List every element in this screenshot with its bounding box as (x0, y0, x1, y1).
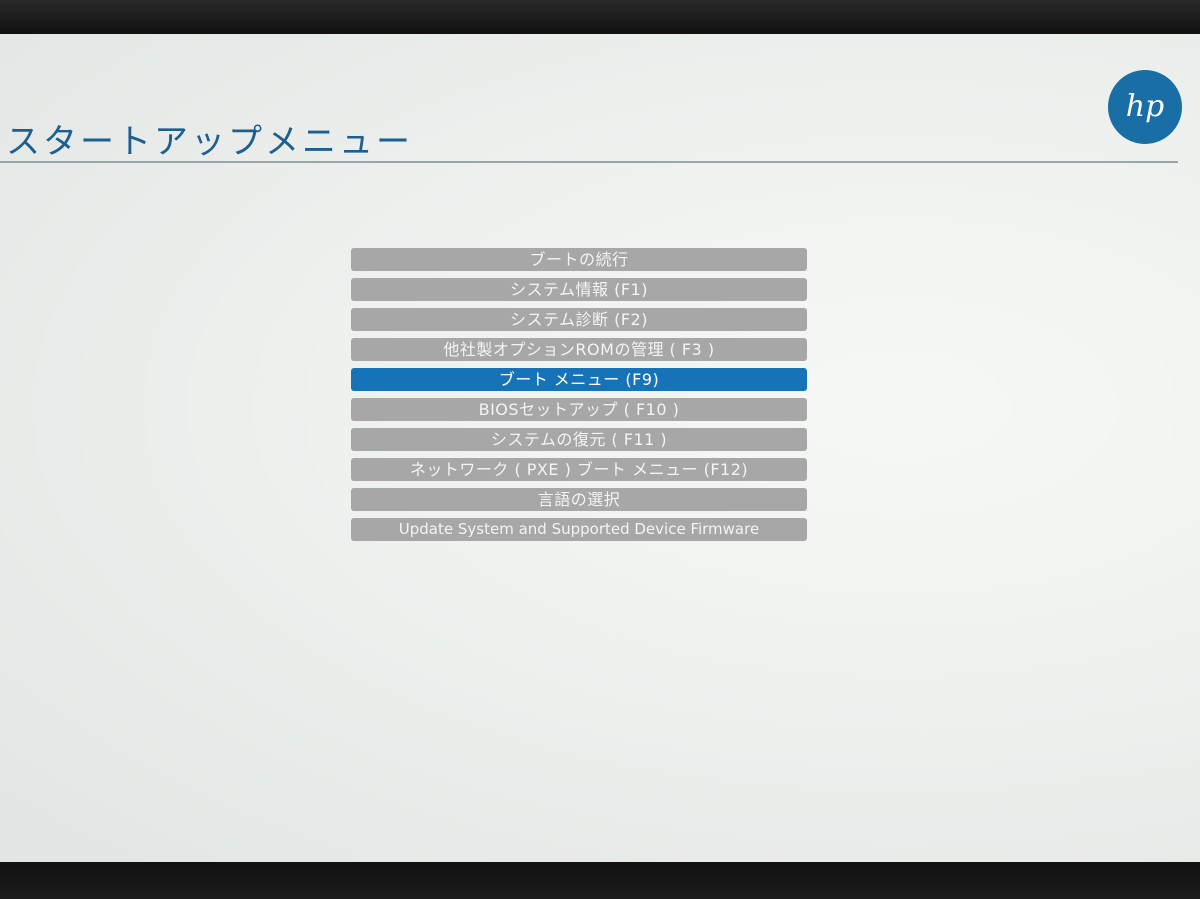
menu-item-bios-setup[interactable]: BIOSセットアップ ( F10 ) (351, 398, 807, 421)
startup-menu-list: ブートの続行 システム情報 (F1) システム診断 (F2) 他社製オプションR… (349, 248, 809, 548)
menu-item-boot-menu[interactable]: ブート メニュー (F9) (351, 368, 807, 391)
menu-item-language-selection[interactable]: 言語の選択 (351, 488, 807, 511)
monitor-bezel-bottom (0, 862, 1200, 899)
menu-item-update-firmware[interactable]: Update System and Supported Device Firmw… (351, 518, 807, 541)
title-divider (0, 161, 1178, 163)
page-title: スタートアップメニュー (6, 122, 413, 162)
svg-text:hp: hp (1126, 89, 1165, 124)
menu-item-system-diagnostics[interactable]: システム診断 (F2) (351, 308, 807, 331)
menu-item-system-recovery[interactable]: システムの復元 ( F11 ) (351, 428, 807, 451)
startup-menu-screen: スタートアップメニュー hp ブートの続行 システム情報 (F1) システム診断… (0, 34, 1200, 862)
menu-item-continue-boot[interactable]: ブートの続行 (351, 248, 807, 271)
monitor-bezel-top (0, 0, 1200, 34)
hp-logo-icon: hp (1108, 70, 1182, 144)
menu-item-option-rom-management[interactable]: 他社製オプションROMの管理 ( F3 ) (351, 338, 807, 361)
menu-item-system-information[interactable]: システム情報 (F1) (351, 278, 807, 301)
menu-item-network-boot[interactable]: ネットワーク ( PXE ) ブート メニュー (F12) (351, 458, 807, 481)
